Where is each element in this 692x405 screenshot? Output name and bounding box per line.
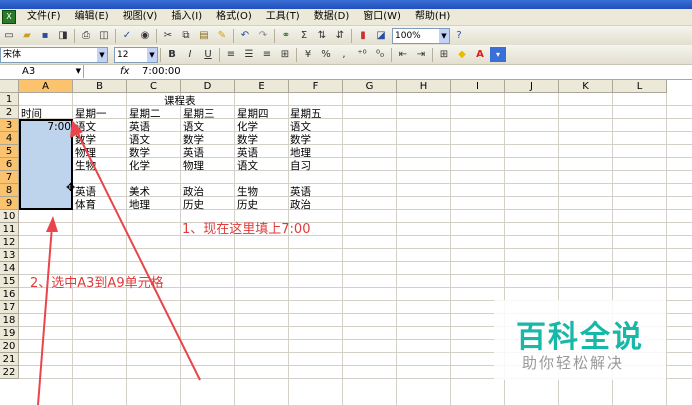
arrow-step2-head xyxy=(46,216,58,232)
arrow-step1-head xyxy=(70,120,83,138)
watermark: 百科全说 助你轻松解决 xyxy=(494,300,666,380)
annotation-step2: 2、选中A3到A9单元格 xyxy=(30,276,164,291)
arrow-step2-line xyxy=(37,225,53,405)
annotation-step1: 1、现在这里填上7:00 xyxy=(182,222,311,237)
arrow-step1-line xyxy=(74,127,201,381)
watermark-title: 百科全说 xyxy=(516,320,644,355)
watermark-subtitle: 助你轻松解决 xyxy=(522,354,625,372)
